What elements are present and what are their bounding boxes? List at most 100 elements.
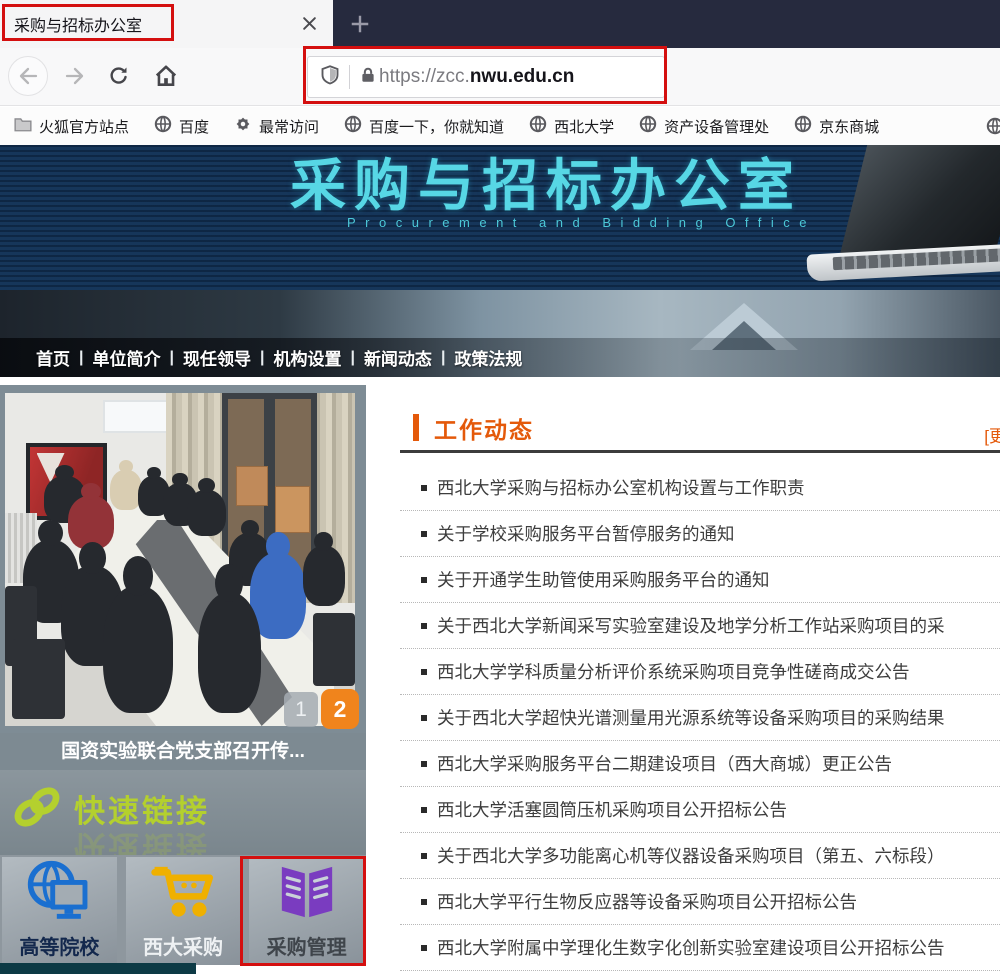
photo-person [110,470,142,510]
bookmark-jd[interactable]: 京东商城 [794,115,879,137]
bullet-icon [421,761,427,767]
nav-home[interactable]: 首页 [36,345,70,370]
bullet-icon [421,853,427,859]
carousel-page-2-active[interactable]: 2 [321,689,359,729]
globe-icon [639,115,657,137]
laptop-image [840,145,1000,255]
bookmark-most-visited[interactable]: 最常访问 [234,115,319,137]
forward-button[interactable] [60,62,90,90]
photo-chair [313,613,355,686]
browser-window: 采购与招标办公室 http [0,0,1000,974]
tile-universities[interactable]: 高等院校 [2,857,117,965]
bullet-icon [421,531,427,537]
globe-icon [344,115,362,137]
new-tab-button[interactable] [348,12,374,38]
bullet-icon [421,623,427,629]
nav-separator: | [169,349,173,367]
photo-carton [275,486,310,533]
news-item[interactable]: 关于学校采购服务平台暂停服务的通知 [400,511,1000,557]
carousel-page-1[interactable]: 1 [284,692,318,727]
close-tab-icon[interactable] [302,16,317,36]
bullet-icon [421,577,427,583]
nav-separator: | [79,349,83,367]
tile-nwu-procurement-label: 西大采购 [143,931,223,960]
lock-icon [359,66,377,89]
url-text: https://zcc. [379,66,470,88]
site-title: 采购与招标办公室 [290,145,802,222]
urlbar-divider [349,65,350,89]
open-book-icon [270,857,344,927]
bullet-icon [421,715,427,721]
photo-caption[interactable]: 国资实验联合党支部召开传... [0,733,366,770]
section-accent-bar [413,414,419,441]
news-item[interactable]: 西北大学采购服务平台二期建设项目（西大商城）更正公告 [400,741,1000,787]
news-header: 工作动态 [更 [400,405,1000,450]
bullet-icon [421,945,427,951]
news-item[interactable]: 西北大学采购与招标办公室机构设置与工作职责 [400,465,1000,511]
bullet-icon [421,899,427,905]
bullet-icon [421,807,427,813]
shopping-cart-icon [146,857,220,927]
photo-person [187,490,226,537]
folder-icon [14,116,32,136]
tile-nwu-procurement[interactable]: 西大采购 [126,857,241,965]
bookmark-folder-firefox[interactable]: 火狐官方站点 [14,116,129,137]
news-section: 工作动态 [更 西北大学采购与招标办公室机构设置与工作职责 关于学校采购服务平台… [400,405,1000,974]
photo-frame [0,385,366,733]
nav-leaders[interactable]: 现任领导 [183,345,251,370]
news-item[interactable]: 关于开通学生助管使用采购服务平台的通知 [400,557,1000,603]
site-subtitle-en: Procurement and Bidding Office [347,215,816,230]
news-item[interactable]: 关于西北大学多功能离心机等仪器设备采购项目（第五、六标段） [400,833,1000,879]
tile-procurement-management[interactable]: 采购管理 [249,857,364,965]
reload-icon[interactable] [104,62,134,90]
photo-person [198,593,261,713]
navigation-toolbar: https://zcc.nwu.edu.cn [0,48,1000,106]
news-item[interactable]: 西北大学平行生物反应器等设备采购项目公开招标公告 [400,879,1000,925]
bookmark-nwu[interactable]: 西北大学 [529,115,614,137]
quick-link-tiles: 高等院校 西大采购 采购管理 [0,855,366,965]
news-item[interactable]: 西北大学附属中学理化生数字化创新实验室建设项目公开招标公告 [400,925,1000,971]
section-title: 工作动态 [434,411,534,445]
quick-links-title-reflection: 快速链接 [74,827,210,855]
site-nav: 首页 | 单位简介 | 现任领导 | 机构设置 | 新闻动态 | 政策法规 [0,338,1000,377]
bottom-teal-bar [0,963,196,974]
bookmarks-bar: 火狐官方站点 百度 最常访问 百度一下，你就知道 西北大学 资产设备管理处 京东… [0,107,1000,145]
nav-policies[interactable]: 政策法规 [454,345,522,370]
quick-links-title: 快速链接 [74,786,210,831]
bookmark-cut-globe-icon[interactable] [986,117,1000,140]
more-link[interactable]: [更 [984,422,1000,447]
globe-icon [529,115,547,137]
photo-carton [236,466,268,506]
address-bar[interactable]: https://zcc.nwu.edu.cn [307,56,665,98]
bookmark-asset-dept[interactable]: 资产设备管理处 [639,115,769,137]
site-banner: 采购与招标办公室 Procurement and Bidding Office … [0,145,1000,377]
photo-person [103,586,173,713]
nav-news[interactable]: 新闻动态 [364,345,432,370]
bullet-icon [421,669,427,675]
url-domain: nwu.edu.cn [470,66,575,88]
news-item[interactable]: 西北大学学科质量分析评价系统采购项目竞争性磋商成交公告 [400,649,1000,695]
tab-bar: 采购与招标办公室 [0,0,1000,48]
tracking-shield-icon[interactable] [320,65,340,90]
globe-icon [154,115,172,137]
home-button[interactable] [150,61,182,91]
news-list: 西北大学采购与招标办公室机构设置与工作职责 关于学校采购服务平台暂停服务的通知 … [400,453,1000,971]
quick-links-section: 快速链接 快速链接 [0,770,366,855]
bullet-icon [421,485,427,491]
photo-chair [12,639,65,719]
nav-about[interactable]: 单位简介 [92,345,160,370]
back-button[interactable] [8,56,48,96]
globe-icon [794,115,812,137]
globe-monitor-icon [22,857,96,927]
news-item[interactable]: 西北大学活塞圆筒压机采购项目公开招标公告 [400,787,1000,833]
nav-separator: | [350,349,354,367]
bookmark-baidu[interactable]: 百度 [154,115,209,137]
news-item[interactable]: 关于西北大学超快光谱测量用光源系统等设备采购项目的采购结果 [400,695,1000,741]
nav-separator: | [260,349,264,367]
bookmark-baidu-search[interactable]: 百度一下，你就知道 [344,115,504,137]
carousel-photo[interactable] [5,393,355,726]
active-tab[interactable]: 采购与招标办公室 [0,0,333,48]
nav-structure[interactable]: 机构设置 [273,345,341,370]
news-item[interactable]: 关于西北大学新闻采写实验室建设及地学分析工作站采购项目的采 [400,603,1000,649]
tile-universities-label: 高等院校 [19,931,99,960]
